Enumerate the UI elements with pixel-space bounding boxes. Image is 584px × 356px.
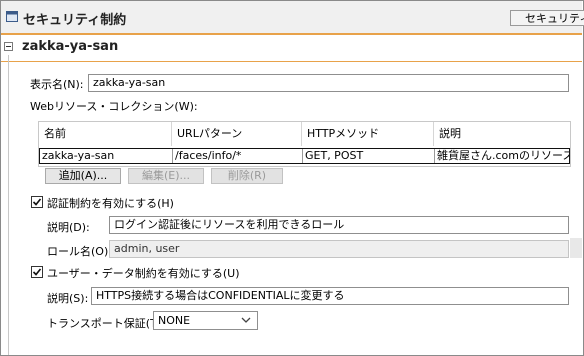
window-icon	[6, 11, 18, 22]
column-header-name[interactable]: 名前	[39, 122, 172, 146]
user-data-description-label: 説明(S):	[47, 292, 89, 305]
panel-title: セキュリティ制約	[23, 13, 127, 28]
column-header-url-pattern[interactable]: URLパターン	[172, 122, 302, 146]
web-resources-table: 名前 URLパターン HTTPメソッド 説明 zakka-ya-san /fac…	[38, 121, 571, 167]
cell-url-pattern: /faces/info/*	[173, 149, 303, 163]
role-name-label: ロール名(O):	[47, 245, 112, 258]
auth-constraint-label[interactable]: 認証制約を有効にする(H)	[47, 195, 174, 211]
collapse-icon[interactable]	[4, 42, 13, 51]
user-data-constraint-checkbox[interactable]	[31, 266, 43, 278]
edit-button[interactable]: 編集(E)...	[128, 168, 204, 184]
display-name-label: 表示名(N):	[30, 78, 84, 91]
auth-constraint-checkbox[interactable]	[31, 196, 43, 208]
transport-guarantee-label: トランスポート保証(T):	[47, 317, 165, 330]
tab-security[interactable]: セキュリティ	[510, 10, 584, 26]
transport-guarantee-select[interactable]: NONE	[153, 311, 258, 330]
scrollbar[interactable]	[570, 238, 582, 258]
cell-description: 雑貨屋さん.comのリソース	[437, 149, 569, 162]
cell-name: zakka-ya-san	[40, 149, 173, 163]
column-header-description[interactable]: 説明	[434, 122, 570, 146]
delete-button[interactable]: 削除(R)	[211, 168, 283, 184]
checkmark-icon	[32, 268, 42, 276]
web-resources-label: Webリソース・コレクション(W):	[30, 100, 198, 113]
cell-http-method: GET, POST	[303, 149, 435, 163]
checkmark-icon	[32, 198, 42, 206]
display-name-field[interactable]: zakka-ya-san	[88, 74, 569, 92]
add-button[interactable]: 追加(A)...	[45, 168, 121, 184]
transport-guarantee-value: NONE	[158, 314, 191, 327]
panel-titlebar: セキュリティ制約	[1, 1, 582, 35]
section-title: zakka-ya-san	[22, 39, 119, 54]
column-header-http-method[interactable]: HTTPメソッド	[302, 122, 434, 146]
auth-description-label: 説明(D):	[47, 221, 90, 234]
user-data-description-field[interactable]: HTTPS接続する場合はCONFIDENTIALに変更する	[91, 287, 569, 305]
tree-guide-line	[8, 55, 9, 355]
auth-description-field[interactable]: ログイン認証後にリソースを利用できるロール	[109, 216, 569, 234]
table-row[interactable]: zakka-ya-san /faces/info/* GET, POST 雑貨屋…	[39, 148, 570, 164]
chevron-down-icon	[241, 317, 251, 323]
user-data-constraint-label[interactable]: ユーザー・データ制約を有効にする(U)	[47, 265, 240, 281]
role-name-field[interactable]: admin, user	[109, 240, 569, 258]
